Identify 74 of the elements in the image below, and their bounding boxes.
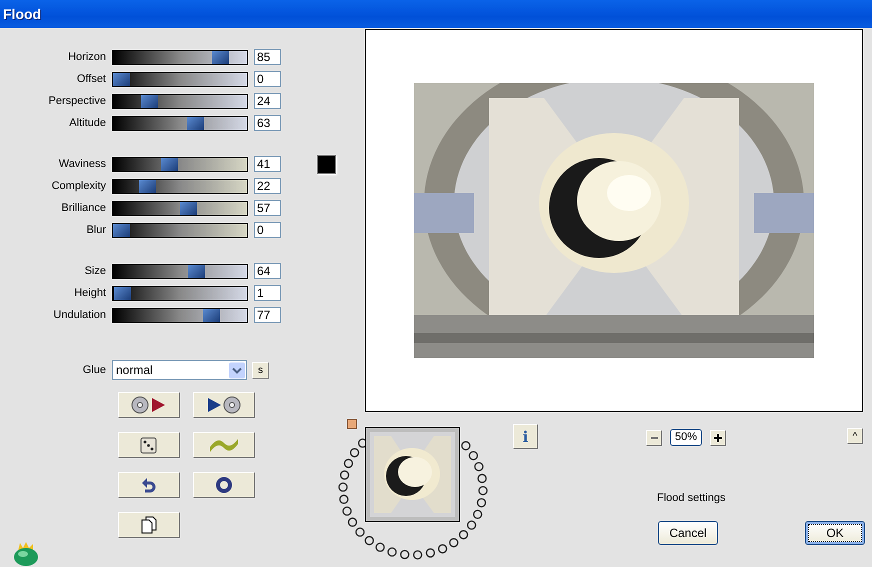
- value-field[interactable]: 77: [254, 307, 281, 323]
- glue-dropdown[interactable]: normal: [112, 360, 247, 380]
- tool-button[interactable]: [118, 432, 180, 458]
- value-field[interactable]: 85: [254, 49, 281, 65]
- status-text: Flood settings: [657, 492, 726, 504]
- plus-icon: [714, 434, 722, 442]
- color-swatch[interactable]: [317, 154, 336, 174]
- slider-thumb[interactable]: [114, 286, 132, 300]
- wave-icon: [208, 437, 240, 453]
- minus-icon: [650, 436, 658, 438]
- position-marker-icon: [347, 419, 357, 429]
- tool-button[interactable]: [118, 392, 180, 418]
- slider-track[interactable]: [112, 116, 248, 130]
- slider-label: Offset: [76, 73, 107, 85]
- small-button[interactable]: s: [252, 362, 269, 378]
- slider-label: Complexity: [50, 180, 107, 192]
- value-field[interactable]: 41: [254, 156, 281, 172]
- tool-button[interactable]: [193, 392, 255, 418]
- value-field[interactable]: 22: [254, 178, 281, 194]
- slider-thumb[interactable]: [180, 202, 197, 214]
- disc-arrow-icon: [131, 396, 167, 414]
- tool-button[interactable]: [118, 472, 180, 498]
- value-field[interactable]: 63: [254, 115, 281, 131]
- pages-icon: [141, 516, 157, 534]
- slider-track[interactable]: [112, 178, 248, 194]
- value-field[interactable]: 24: [254, 93, 281, 109]
- zoom-out-button[interactable]: [646, 430, 662, 446]
- collapse-button[interactable]: ^: [847, 428, 863, 444]
- ring-icon: [215, 476, 233, 494]
- slider-track[interactable]: [112, 308, 248, 322]
- slider-track[interactable]: [112, 94, 248, 108]
- slider-thumb[interactable]: [160, 158, 178, 170]
- window-title: Flood: [3, 6, 42, 22]
- glue-label: Glue: [82, 364, 107, 376]
- tool-button[interactable]: [193, 472, 255, 498]
- slider-thumb[interactable]: [212, 50, 230, 64]
- zoom-field[interactable]: 50%: [670, 429, 702, 446]
- slider-thumb[interactable]: [141, 94, 158, 108]
- cancel-button[interactable]: Cancel: [658, 521, 718, 545]
- tool-button[interactable]: [118, 512, 180, 538]
- flame-egg-icon: [12, 541, 40, 567]
- slider-thumb[interactable]: [138, 180, 156, 192]
- slider-track[interactable]: [112, 222, 248, 238]
- slider-label: Size: [84, 265, 107, 277]
- slider-thumb[interactable]: [188, 264, 205, 278]
- slider-thumb[interactable]: [113, 72, 130, 86]
- slider-track[interactable]: [112, 286, 248, 300]
- slider-thumb[interactable]: [113, 224, 130, 236]
- slider-label: Undulation: [52, 309, 107, 321]
- dice-icon: [139, 435, 159, 455]
- value-field[interactable]: 0: [254, 222, 281, 238]
- slider-label: Altitude: [68, 117, 107, 129]
- slider-track[interactable]: [112, 50, 248, 64]
- slider-track[interactable]: [112, 156, 248, 172]
- slider-thumb[interactable]: [203, 308, 220, 322]
- value-field[interactable]: 1: [254, 285, 281, 301]
- info-button[interactable]: i: [513, 424, 538, 449]
- arrow-disc-icon: [206, 396, 242, 414]
- slider-label: Perspective: [48, 95, 107, 107]
- slider-track[interactable]: [112, 264, 248, 278]
- slider-track[interactable]: [112, 72, 248, 86]
- ok-button[interactable]: OK: [805, 521, 865, 545]
- zoom-in-button[interactable]: [710, 430, 726, 446]
- value-field[interactable]: 57: [254, 200, 281, 216]
- curved-arrow-icon: [141, 476, 157, 494]
- value-field[interactable]: 64: [254, 263, 281, 279]
- slider-label: Height: [73, 287, 107, 299]
- slider-label: Blur: [85, 224, 107, 236]
- slider-label: Horizon: [67, 51, 107, 63]
- slider-thumb[interactable]: [186, 116, 204, 130]
- slider-label: Brilliance: [60, 202, 107, 214]
- slider-track[interactable]: [112, 200, 248, 216]
- slider-label: Waviness: [58, 158, 107, 170]
- value-field[interactable]: 0: [254, 71, 281, 87]
